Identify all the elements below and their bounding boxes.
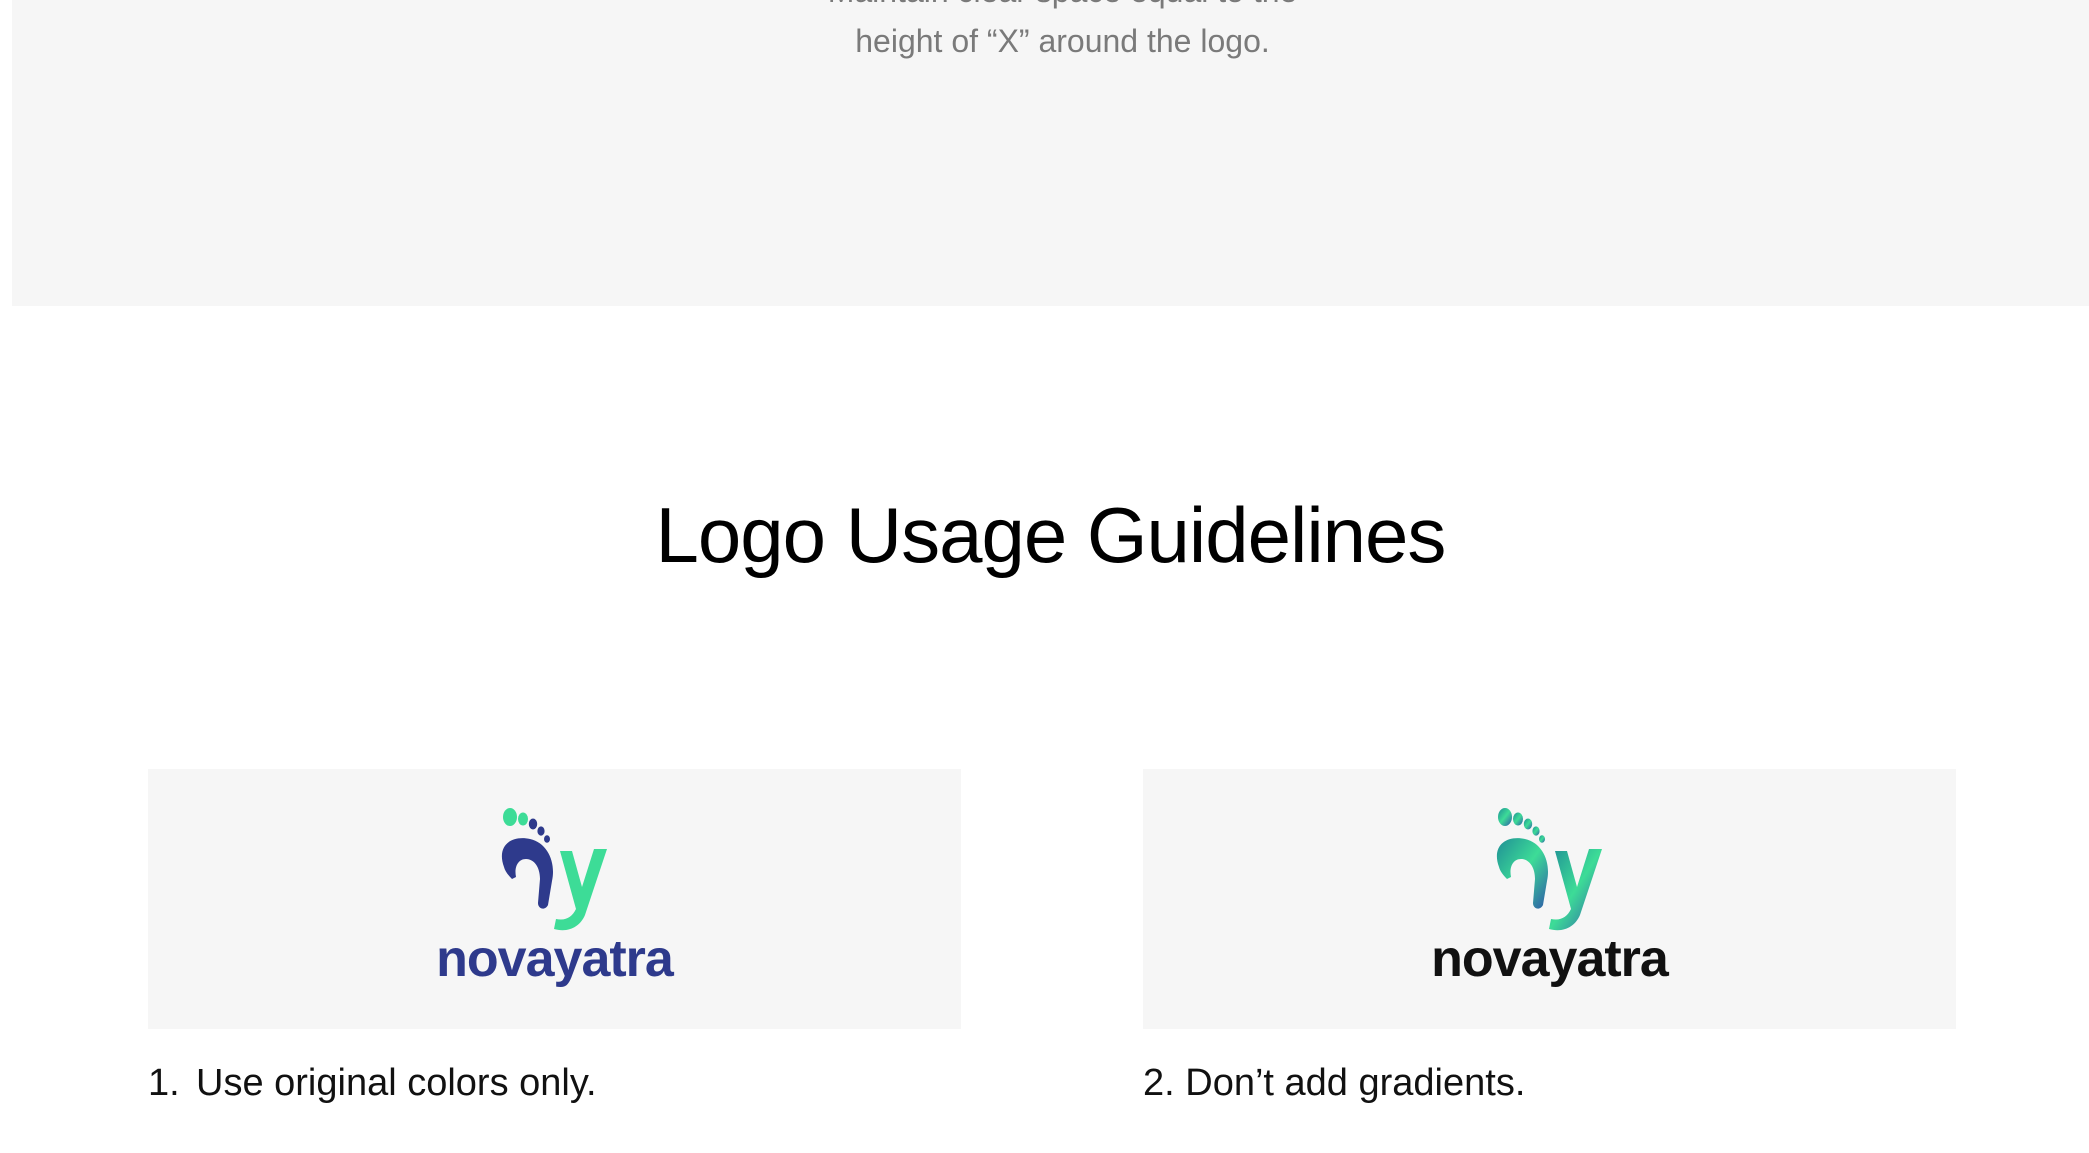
logo-wordmark: novayatra	[1431, 930, 1669, 988]
guideline-number: 1.	[148, 1062, 180, 1104]
logo-card-original-colors: novayatra	[148, 769, 961, 1029]
guideline-item-1: 1. Use original colors only.	[148, 1058, 597, 1108]
section-title: Logo Usage Guidelines	[655, 491, 1447, 579]
novayatra-logo-mark	[501, 808, 607, 931]
logo-wordmark: novayatra	[436, 930, 674, 988]
guideline-item-2: 2. Don’t add gradients.	[1143, 1058, 1525, 1108]
guideline-text: Use original colors only.	[196, 1062, 597, 1104]
clear-space-caption-line-1: Maintain clear space equal to the	[12, 0, 2089, 16]
clear-space-caption: Maintain clear space equal to the height…	[12, 0, 2089, 66]
guideline-text: Don’t add gradients.	[1185, 1062, 1526, 1104]
novayatra-logo-mark	[1496, 808, 1602, 931]
clear-space-caption-line-2: height of “X” around the logo.	[855, 23, 1270, 59]
guideline-number: 2.	[1143, 1062, 1175, 1104]
logo-card-gradient: novayatra	[1143, 769, 1956, 1029]
clear-space-panel: Maintain clear space equal to the height…	[12, 0, 2089, 306]
